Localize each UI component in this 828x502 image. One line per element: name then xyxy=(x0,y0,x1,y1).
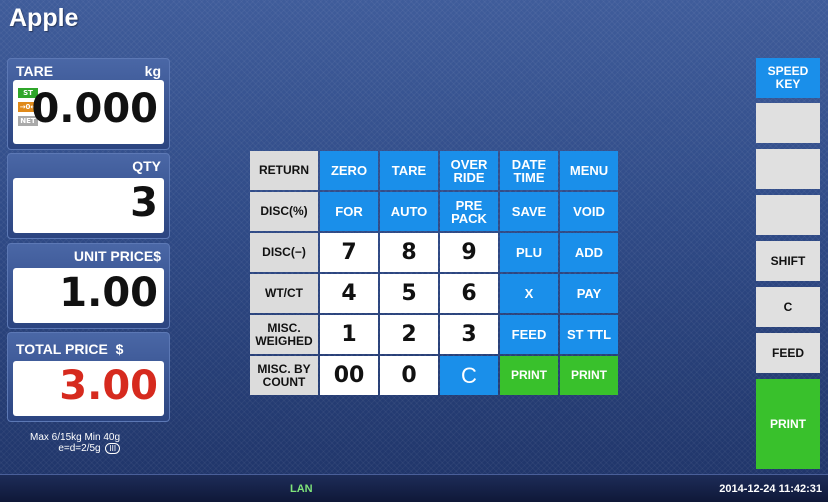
accuracy-class-badge: III xyxy=(105,443,121,454)
total-price-panel: TOTAL PRICE $ 3.00 xyxy=(7,332,170,422)
key-void[interactable]: VOID xyxy=(560,192,618,231)
key-for[interactable]: FOR xyxy=(320,192,378,231)
feed-button[interactable]: FEED xyxy=(756,333,820,373)
blank-key-3[interactable] xyxy=(756,195,820,235)
key-tare[interactable]: TARE xyxy=(380,151,438,190)
blank-key-2[interactable] xyxy=(756,149,820,189)
unit-price-panel: UNIT PRICE$ 1.00 xyxy=(7,243,170,329)
key-zero[interactable]: ZERO xyxy=(320,151,378,190)
speed-key-button[interactable]: SPEED KEY xyxy=(756,58,820,98)
qty-label: QTY xyxy=(132,158,161,174)
key-disc-minus[interactable]: DISC(−) xyxy=(250,233,318,272)
key-override[interactable]: OVER RIDE xyxy=(440,151,498,190)
key-add[interactable]: ADD xyxy=(560,233,618,272)
key-7[interactable]: 7 xyxy=(320,233,378,272)
qty-value: 3 xyxy=(130,180,158,226)
key-disc-percent[interactable]: DISC(%) xyxy=(250,192,318,231)
key-save[interactable]: SAVE xyxy=(500,192,558,231)
key-multiply[interactable]: X xyxy=(500,274,558,313)
key-3[interactable]: 3 xyxy=(440,315,498,354)
blank-key-1[interactable] xyxy=(756,103,820,143)
key-date-time[interactable]: DATE TIME xyxy=(500,151,558,190)
key-return[interactable]: RETURN xyxy=(250,151,318,190)
key-subtotal[interactable]: ST TTL xyxy=(560,315,618,354)
key-0[interactable]: 0 xyxy=(380,356,438,395)
capacity-info: Max 6/15kg Min 40g e=d=2/5g III xyxy=(30,432,121,454)
key-auto[interactable]: AUTO xyxy=(380,192,438,231)
key-menu[interactable]: MENU xyxy=(560,151,618,190)
shift-button[interactable]: SHIFT xyxy=(756,241,820,281)
unit-price-value: 1.00 xyxy=(59,270,158,316)
key-misc-weighed[interactable]: MISC. WEIGHED xyxy=(250,315,318,354)
tare-value: 0.000 xyxy=(31,86,158,132)
total-price-display: 3.00 xyxy=(13,361,164,416)
key-wt-ct[interactable]: WT/CT xyxy=(250,274,318,313)
key-00[interactable]: 00 xyxy=(320,356,378,395)
key-plu[interactable]: PLU xyxy=(500,233,558,272)
total-price-label: TOTAL PRICE $ xyxy=(16,341,124,357)
key-9[interactable]: 9 xyxy=(440,233,498,272)
lan-status: LAN xyxy=(290,483,313,495)
key-feed[interactable]: FEED xyxy=(500,315,558,354)
capacity-line1: Max 6/15kg Min 40g xyxy=(30,432,121,443)
print-button[interactable]: PRINT xyxy=(756,379,820,469)
unit-price-display: 1.00 xyxy=(13,268,164,323)
key-clear[interactable]: C xyxy=(440,356,498,395)
key-print-2[interactable]: PRINT xyxy=(560,356,618,395)
key-misc-by-count[interactable]: MISC. BY COUNT xyxy=(250,356,318,395)
qty-display: 3 xyxy=(13,178,164,233)
product-title: Apple xyxy=(9,4,79,32)
key-prepack[interactable]: PRE PACK xyxy=(440,192,498,231)
qty-panel: QTY 3 xyxy=(7,153,170,239)
key-print-1[interactable]: PRINT xyxy=(500,356,558,395)
unit-price-label: UNIT PRICE$ xyxy=(73,248,161,264)
tare-display: ST →0← NET 0.000 xyxy=(13,80,164,144)
clear-button[interactable]: C xyxy=(756,287,820,327)
key-8[interactable]: 8 xyxy=(380,233,438,272)
key-6[interactable]: 6 xyxy=(440,274,498,313)
status-bar: LAN 2014-12-24 11:42:31 xyxy=(0,474,828,502)
key-pay[interactable]: PAY xyxy=(560,274,618,313)
key-1[interactable]: 1 xyxy=(320,315,378,354)
tare-unit: kg xyxy=(144,63,161,79)
tare-label: TARE xyxy=(16,63,54,79)
datetime: 2014-12-24 11:42:31 xyxy=(719,483,822,495)
keypad: RETURN ZERO TARE OVER RIDE DATE TIME MEN… xyxy=(250,151,618,395)
key-5[interactable]: 5 xyxy=(380,274,438,313)
tare-panel: TARE kg ST →0← NET 0.000 xyxy=(7,58,170,150)
capacity-line2: e=d=2/5g xyxy=(58,443,101,454)
key-2[interactable]: 2 xyxy=(380,315,438,354)
key-4[interactable]: 4 xyxy=(320,274,378,313)
total-price-value: 3.00 xyxy=(59,363,158,409)
